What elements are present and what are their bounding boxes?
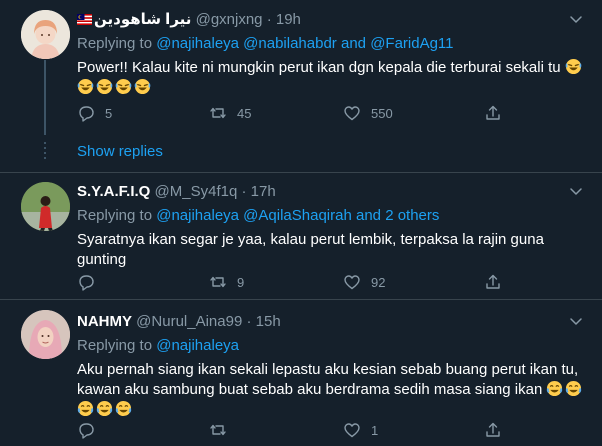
thread-line [44, 60, 46, 135]
mention-link[interactable]: @najihaleya [156, 337, 239, 354]
retweet-button[interactable]: 9 [209, 273, 244, 291]
like-count: 1 [371, 422, 379, 438]
like-count: 550 [371, 105, 393, 121]
retweet-count: 9 [237, 274, 245, 290]
separator-dot: · [241, 183, 247, 200]
reply-count: 5 [105, 105, 113, 121]
thread-dots [44, 142, 46, 162]
joy-emoji [96, 400, 113, 417]
replying-label: Replying to [77, 35, 153, 52]
replying-to: Replying to @najihaleya [77, 336, 588, 356]
rofl-emoji [115, 78, 132, 95]
avatar-image [21, 182, 70, 231]
chevron-down-icon[interactable] [567, 312, 585, 330]
tweet-2[interactable]: S.Y.A.F.I.Q @M_Sy4f1q · 17h Replying to … [0, 173, 602, 299]
joy-emoji [565, 380, 583, 397]
retweet-icon [210, 276, 226, 288]
like-icon [344, 275, 360, 290]
reply-button[interactable] [77, 421, 105, 439]
tweet-actions: 1 [77, 421, 517, 441]
tweet-text-body: Power!! Kalau kite ni mungkin perut ikan… [77, 59, 561, 76]
reply-button[interactable] [77, 273, 105, 291]
share-button[interactable] [484, 421, 502, 439]
rofl-emoji [77, 78, 94, 95]
replying-label: Replying to [77, 337, 153, 354]
like-button[interactable]: 92 [343, 273, 385, 291]
show-replies-link[interactable]: Show replies [77, 143, 163, 160]
user-handle[interactable]: @Nurul_Aina99 [136, 313, 242, 330]
mention-link[interactable]: @FaridAg11 [370, 35, 453, 52]
mention-link[interactable]: @AqilaShaqirah [243, 207, 352, 224]
retweet-button[interactable] [209, 421, 237, 439]
like-button[interactable]: 550 [343, 104, 393, 122]
timestamp[interactable]: 17h [251, 183, 276, 200]
tweet-actions: 9 92 [77, 273, 517, 293]
avatar-image [21, 310, 70, 359]
avatar[interactable] [21, 10, 70, 59]
malaysia-flag [77, 14, 92, 25]
share-button[interactable] [484, 104, 502, 122]
tweet-3[interactable]: NAHMY @Nurul_Aina99 · 15h Replying to @n… [0, 300, 602, 446]
and-text[interactable]: and [341, 35, 366, 52]
timestamp[interactable]: 15h [256, 313, 281, 330]
mention-link[interactable]: @najihaleya [156, 35, 239, 52]
display-name[interactable]: NAHMY [77, 313, 132, 330]
retweet-icon [210, 107, 226, 119]
joy-emoji [115, 400, 132, 417]
reply-icon [79, 275, 94, 291]
reply-icon [79, 106, 94, 122]
replying-to: Replying to @najihaleya @nabilahabdr and… [77, 34, 588, 54]
like-count: 92 [371, 274, 386, 290]
avatar[interactable] [21, 182, 70, 231]
share-icon [486, 274, 500, 289]
avatar-image [21, 10, 70, 59]
like-button[interactable]: 1 [343, 421, 378, 439]
replying-label: Replying to [77, 207, 153, 224]
and-text[interactable]: and [356, 207, 381, 224]
reply-icon [79, 423, 94, 439]
display-name[interactable]: نيرا شاهودين [94, 11, 191, 28]
tweet-text: Aku pernah siang ikan sekali lepastu aku… [77, 360, 588, 420]
tweet-text-body: Aku pernah siang ikan sekali lepastu aku… [77, 361, 579, 398]
separator-dot: · [266, 11, 272, 28]
retweet-icon [210, 424, 226, 436]
mention-link[interactable]: @nabilahabdr [243, 35, 337, 52]
separator-dot: · [246, 313, 252, 330]
rofl-emoji [96, 78, 113, 95]
chevron-down-icon[interactable] [567, 182, 585, 200]
timestamp[interactable]: 19h [276, 11, 301, 28]
others-link[interactable]: 2 others [385, 207, 439, 224]
user-handle[interactable]: @M_Sy4f1q [155, 183, 238, 200]
tweet-text: Syaratnya ikan segar je yaa, kalau perut… [77, 231, 544, 268]
avatar[interactable] [21, 310, 70, 359]
retweet-button[interactable]: 45 [209, 104, 251, 122]
retweet-count: 45 [237, 105, 252, 121]
share-icon [486, 422, 500, 437]
reply-button[interactable]: 5 [77, 104, 112, 122]
tweet-text: Power!! Kalau kite ni mungkin perut ikan… [77, 58, 588, 98]
like-icon [344, 423, 360, 438]
rofl-emoji [564, 58, 582, 75]
joy-emoji [77, 400, 94, 417]
replying-to: Replying to @najihaleya @AqilaShaqirah a… [77, 206, 588, 226]
tweet-1[interactable]: نيرا شاهودين @gxnjxng · 19h Replying to … [0, 0, 602, 172]
like-icon [344, 106, 360, 121]
rofl-emoji [134, 78, 151, 95]
display-name[interactable]: S.Y.A.F.I.Q [77, 183, 150, 200]
chevron-down-icon[interactable] [567, 10, 585, 28]
tweet-actions: 5 45 550 [77, 104, 517, 124]
share-icon [486, 105, 500, 120]
joy-emoji [546, 380, 564, 397]
mention-link[interactable]: @najihaleya [156, 207, 239, 224]
user-handle[interactable]: @gxnjxng [196, 11, 263, 28]
share-button[interactable] [484, 273, 502, 291]
